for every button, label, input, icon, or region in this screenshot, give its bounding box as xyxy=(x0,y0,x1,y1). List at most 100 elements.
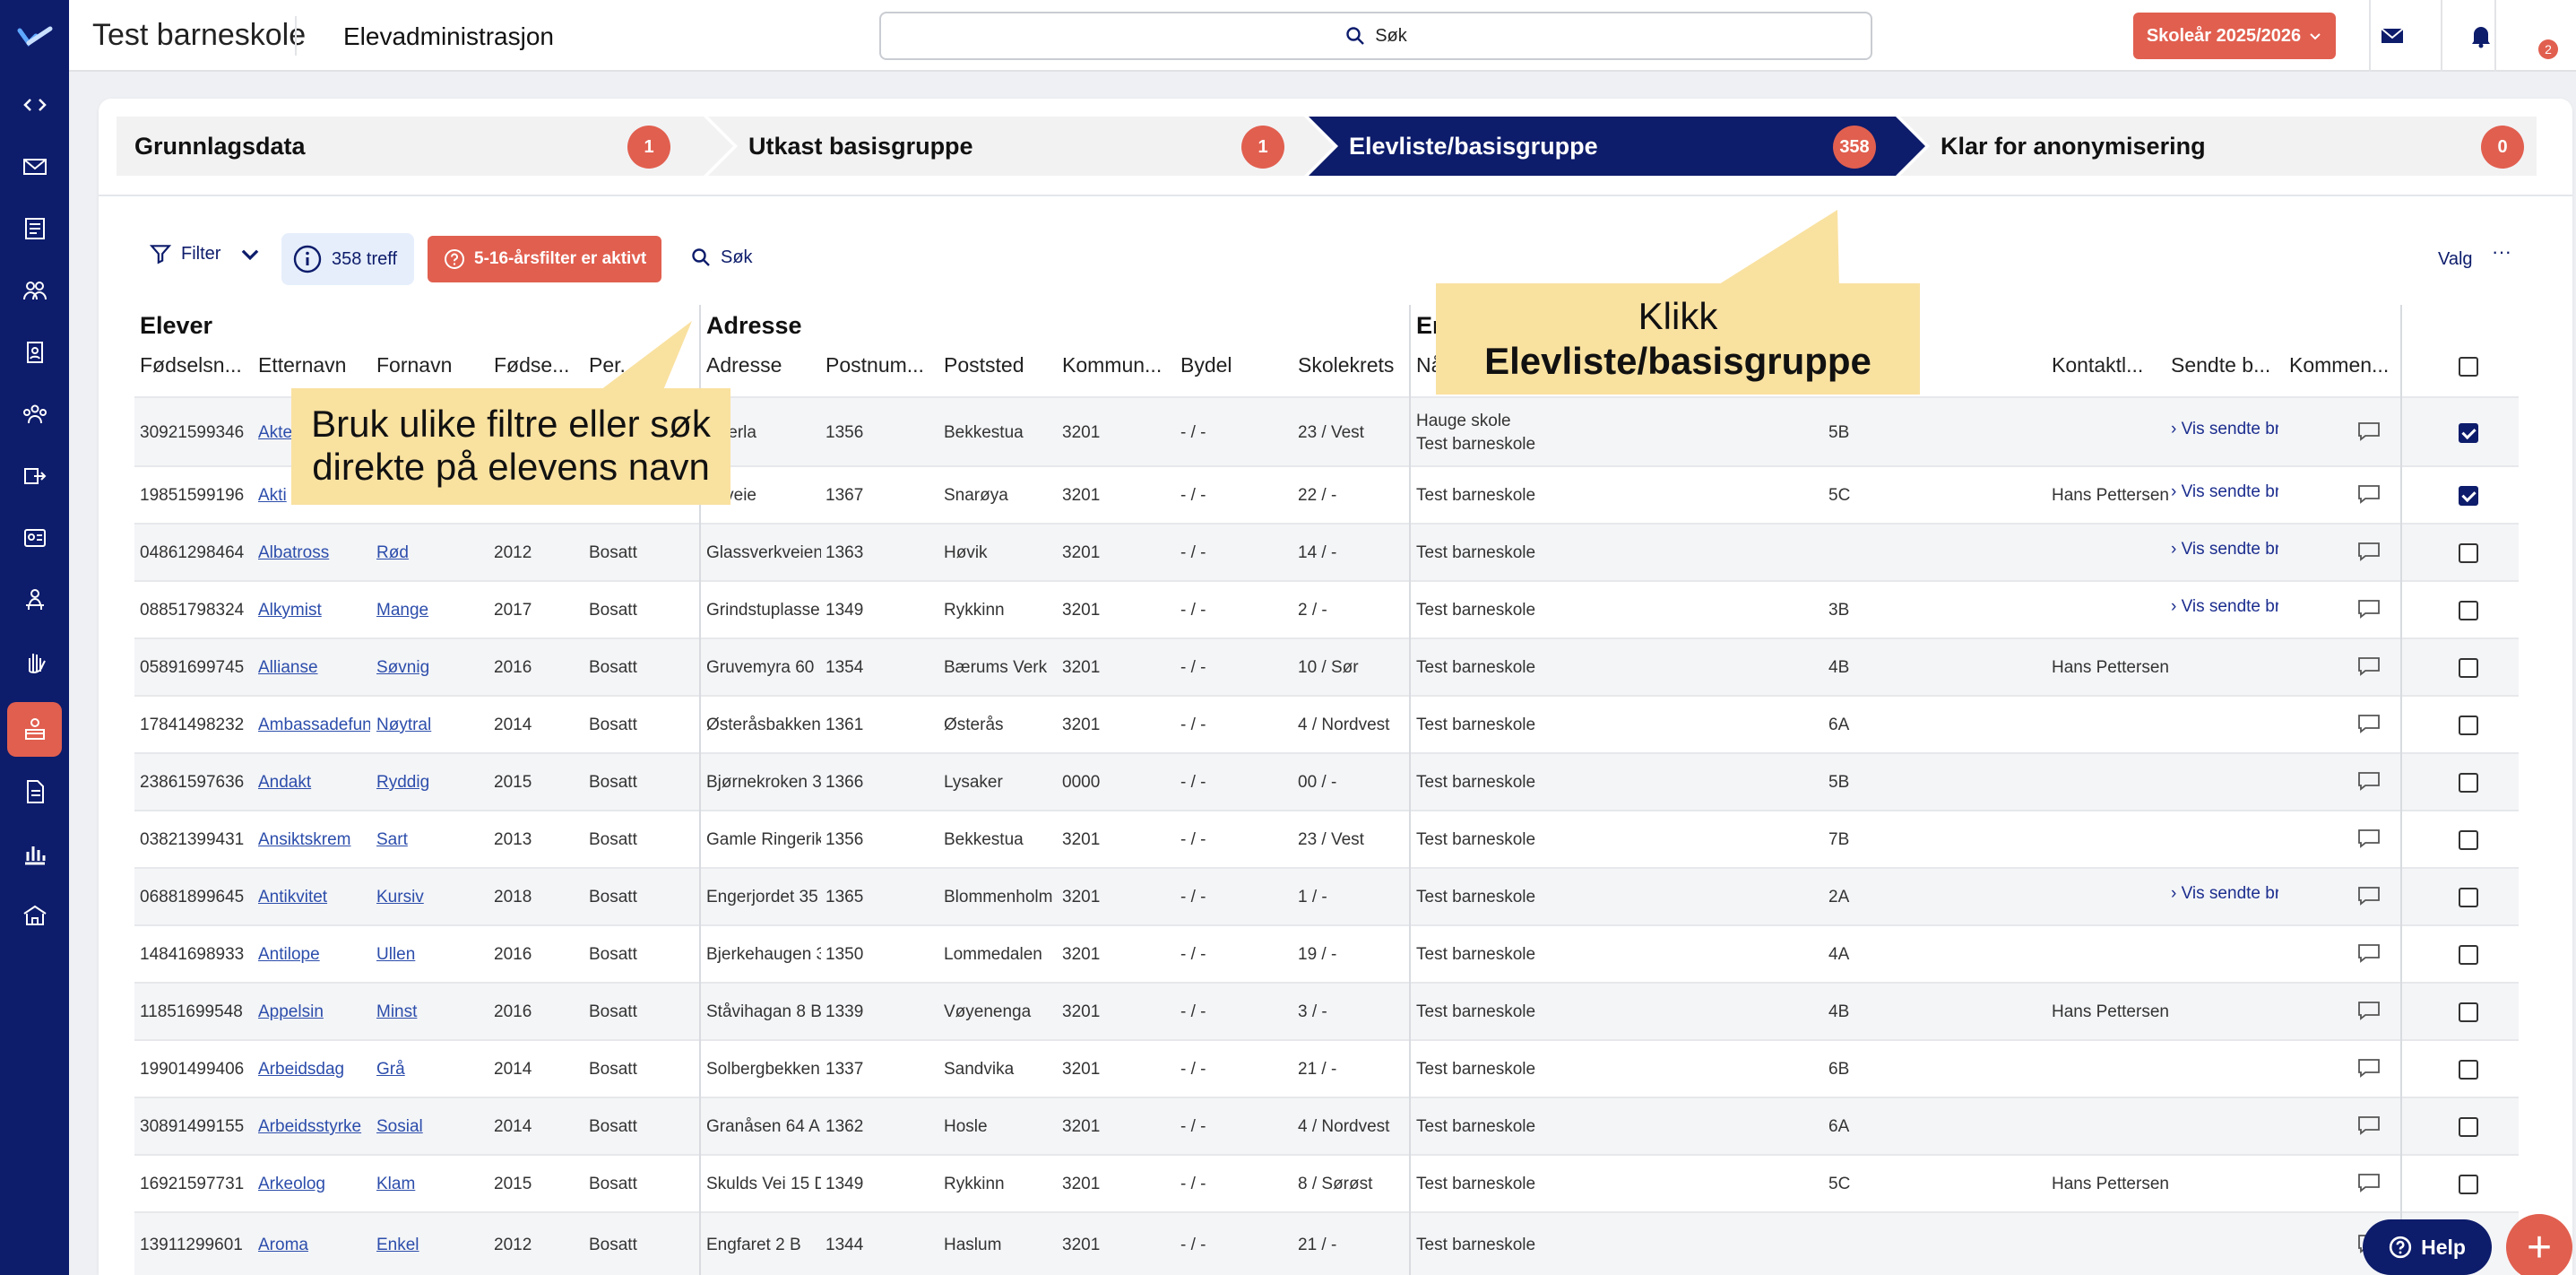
cell-firstname[interactable]: Klam xyxy=(376,1175,484,1194)
bell-icon[interactable] xyxy=(2463,18,2499,54)
table-row[interactable]: 14841698933 Antilope Ullen 2016 Bosatt Bjerke… xyxy=(134,924,2519,982)
step-klar-for-anonymisering[interactable]: Klar for anonymisering 0 xyxy=(1900,117,2537,176)
show-sent-letters-link[interactable]: › Vis sendte br xyxy=(2171,540,2278,559)
people-icon[interactable] xyxy=(16,272,54,309)
transfer-icon[interactable] xyxy=(16,457,54,495)
mail-icon[interactable] xyxy=(16,148,54,186)
step-grunnlagsdata[interactable]: Grunnlagsdata 1 xyxy=(117,117,733,176)
cell-lastname[interactable]: Albatross xyxy=(258,543,370,563)
cell-lastname[interactable]: Allianse xyxy=(258,658,370,678)
cell-firstname[interactable]: Ullen xyxy=(376,945,484,965)
cell-lastname[interactable]: Ambassadefunk xyxy=(258,716,370,735)
cell-firstname[interactable]: Grå xyxy=(376,1060,484,1080)
hand-icon[interactable] xyxy=(16,643,54,681)
column-header-birthnum[interactable]: Fødselsn... xyxy=(140,353,247,377)
comment-icon[interactable] xyxy=(2357,1173,2381,1193)
column-header-postplace[interactable]: Poststed xyxy=(944,353,1051,377)
table-row[interactable]: 19901499406 Arbeidsdag Grå 2014 Bosatt Solber… xyxy=(134,1039,2519,1097)
table-row[interactable]: 05891699745 Allianse Søvnig 2016 Bosatt Gruve… xyxy=(134,638,2519,695)
row-checkbox[interactable] xyxy=(2459,1002,2478,1022)
show-sent-letters-link[interactable]: › Vis sendte br xyxy=(2171,597,2278,617)
row-checkbox[interactable] xyxy=(2459,716,2478,735)
comment-icon[interactable] xyxy=(2357,828,2381,848)
group-icon[interactable] xyxy=(16,395,54,433)
table-row[interactable]: 11851699548 Appelsin Minst 2016 Bosatt Ståvih… xyxy=(134,982,2519,1039)
column-header-schoolzone[interactable]: Skolekrets xyxy=(1298,353,1405,377)
column-header-district[interactable]: Bydel xyxy=(1180,353,1288,377)
id-badge-icon[interactable] xyxy=(16,334,54,371)
options-button[interactable]: Valg xyxy=(2438,249,2473,270)
column-header-contact[interactable]: Kontaktl... xyxy=(2052,353,2150,377)
cell-lastname[interactable]: Antikvitet xyxy=(258,888,370,907)
filter-button[interactable]: Filter xyxy=(149,242,262,265)
cell-lastname[interactable]: Andakt xyxy=(258,773,370,793)
cell-lastname[interactable]: Arbeidsdag xyxy=(258,1060,370,1080)
column-header-sent[interactable]: Sendte b... xyxy=(2171,353,2269,377)
column-header-address[interactable]: Adresse xyxy=(706,353,814,377)
school-year-button[interactable]: Skoleår 2025/2026 xyxy=(2133,13,2336,59)
cell-lastname[interactable]: Arkeolog xyxy=(258,1175,370,1194)
more-options-icon[interactable]: ··· xyxy=(2492,240,2511,264)
show-sent-letters-link[interactable]: › Vis sendte br xyxy=(2171,482,2278,502)
row-checkbox[interactable] xyxy=(2459,888,2478,907)
table-row[interactable]: 08851798324 Alkymist Mange 2017 Bosatt Grinds… xyxy=(134,580,2519,638)
row-checkbox[interactable] xyxy=(2459,543,2478,563)
cell-firstname[interactable]: Sart xyxy=(376,830,484,850)
cell-firstname[interactable]: Rød xyxy=(376,543,484,563)
comment-icon[interactable] xyxy=(2357,656,2381,676)
cell-firstname[interactable]: Kursiv xyxy=(376,888,484,907)
document-icon[interactable] xyxy=(16,773,54,811)
cell-lastname[interactable]: Appelsin xyxy=(258,1002,370,1022)
show-sent-letters-link[interactable]: › Vis sendte br xyxy=(2171,420,2278,439)
show-sent-letters-link[interactable]: › Vis sendte br xyxy=(2171,884,2278,904)
cell-firstname[interactable]: Mange xyxy=(376,601,484,620)
row-checkbox[interactable] xyxy=(2459,945,2478,965)
column-header-firstname[interactable]: Fornavn xyxy=(376,353,484,377)
student-admin-icon[interactable] xyxy=(7,702,62,757)
select-all-checkbox[interactable] xyxy=(2459,357,2478,377)
row-checkbox[interactable] xyxy=(2459,486,2478,506)
table-row[interactable]: 30891499155 Arbeidsstyrke Sosial 2014 Bosatt… xyxy=(134,1097,2519,1154)
help-button[interactable]: Help xyxy=(2363,1219,2492,1275)
comment-icon[interactable] xyxy=(2357,542,2381,561)
table-search-button[interactable]: Søk xyxy=(690,247,753,268)
row-checkbox[interactable] xyxy=(2459,1117,2478,1137)
cell-firstname[interactable]: Nøytral xyxy=(376,716,484,735)
age-filter-button[interactable]: 5-16-årsfilter er aktivt xyxy=(428,236,661,282)
comment-icon[interactable] xyxy=(2357,1115,2381,1135)
row-checkbox[interactable] xyxy=(2459,773,2478,793)
comment-icon[interactable] xyxy=(2357,1058,2381,1078)
table-row[interactable]: 04861298464 Albatross Rød 2012 Bosatt Glassve… xyxy=(134,523,2519,580)
cell-lastname[interactable]: Antilope xyxy=(258,945,370,965)
row-checkbox[interactable] xyxy=(2459,1175,2478,1194)
news-icon[interactable] xyxy=(16,210,54,247)
row-checkbox[interactable] xyxy=(2459,830,2478,850)
cell-firstname[interactable]: Sosial xyxy=(376,1117,484,1137)
cell-firstname[interactable]: Minst xyxy=(376,1002,484,1022)
cell-firstname[interactable]: Ryddig xyxy=(376,773,484,793)
contacts-icon[interactable] xyxy=(16,519,54,557)
step-elevliste-basisgruppe[interactable]: Elevliste/basisgruppe 358 xyxy=(1309,117,1925,176)
comment-icon[interactable] xyxy=(2357,771,2381,791)
comment-icon[interactable] xyxy=(2357,484,2381,504)
row-checkbox[interactable] xyxy=(2459,601,2478,620)
table-row[interactable]: 23861597636 Andakt Ryddig 2015 Bosatt Bjørnek… xyxy=(134,752,2519,810)
step-utkast-basisgruppe[interactable]: Utkast basisgruppe 1 xyxy=(708,117,1334,176)
column-header-municipality[interactable]: Kommun... xyxy=(1062,353,1170,377)
app-logo-icon[interactable] xyxy=(16,18,54,56)
global-search-input[interactable]: Søk xyxy=(879,12,1872,60)
column-header-birthyear[interactable]: Fødse... xyxy=(494,353,583,377)
column-header-lastname[interactable]: Etternavn xyxy=(258,353,366,377)
person-desk-icon[interactable] xyxy=(16,581,54,619)
messages-icon[interactable] xyxy=(2374,18,2410,54)
cell-lastname[interactable]: Arbeidsstyrke xyxy=(258,1117,370,1137)
cell-firstname[interactable]: Enkel xyxy=(376,1236,484,1255)
cell-firstname[interactable]: Søvnig xyxy=(376,658,484,678)
column-header-postnum[interactable]: Postnum... xyxy=(826,353,933,377)
table-row[interactable]: 17841498232 Ambassadefunk Nøytral 2014 Bosat… xyxy=(134,695,2519,752)
table-row[interactable]: 13911299601 Aroma Enkel 2012 Bosatt Engfaret … xyxy=(134,1211,2519,1275)
column-header-comments[interactable]: Kommen... xyxy=(2289,353,2388,377)
table-row[interactable]: 06881899645 Antikvitet Kursiv 2018 Bosatt Eng… xyxy=(134,867,2519,924)
cell-lastname[interactable]: Alkymist xyxy=(258,601,370,620)
comment-icon[interactable] xyxy=(2357,886,2381,906)
